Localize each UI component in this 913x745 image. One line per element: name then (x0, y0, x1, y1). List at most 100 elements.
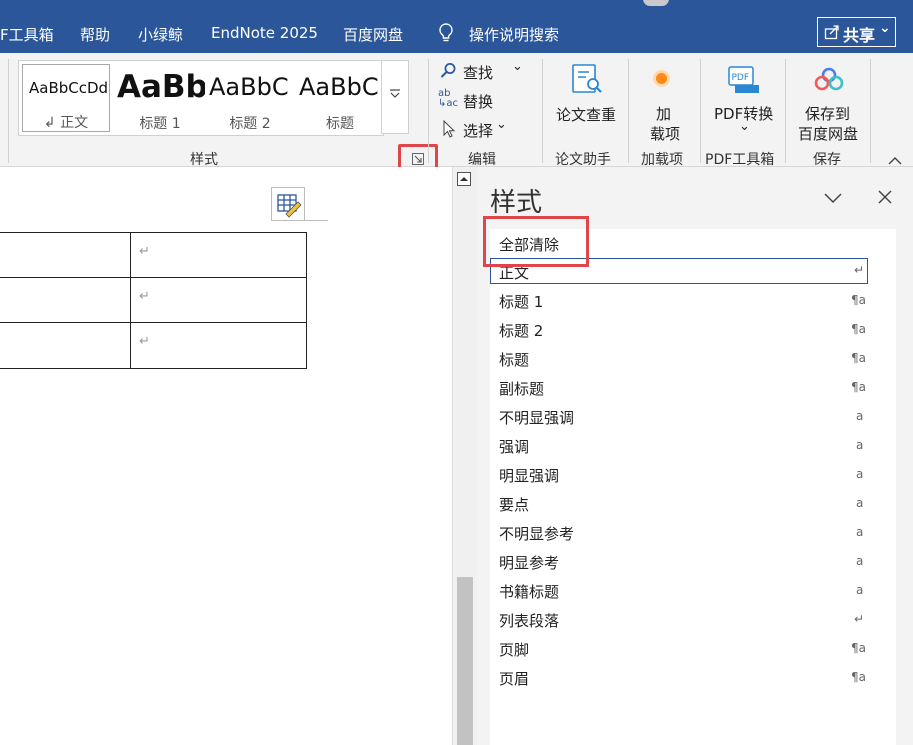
style-name: 标题 1 (499, 293, 544, 311)
table-cell[interactable] (0, 277, 131, 323)
style-type-icon: a (856, 583, 864, 597)
paper-check-label: 论文查重 (556, 106, 617, 124)
table-cell[interactable] (0, 322, 131, 369)
style-name: 书籍标题 (499, 583, 560, 601)
ribbon-separator (628, 59, 629, 163)
style-row[interactable]: 标题 ¶a (490, 345, 896, 372)
ribbon-separator (870, 59, 871, 163)
table-guide-line (298, 220, 328, 221)
style-tile-heading1[interactable]: AaBb 标题 1 (115, 61, 205, 135)
document-search-icon (570, 63, 604, 99)
style-name: 副标题 (499, 380, 545, 398)
ribbon-separator (785, 59, 786, 163)
paper-assistant-group-label: 论文助手 (555, 152, 611, 168)
style-row[interactable]: 书籍标题 a (490, 577, 896, 604)
style-tile-heading2[interactable]: AaBbC 标题 2 (205, 61, 295, 135)
style-name: 页脚 (499, 641, 530, 659)
style-row[interactable]: 不明显强调 a (490, 403, 896, 430)
scroll-up-button[interactable] (457, 172, 471, 186)
table-cell[interactable]: ↵ (130, 232, 307, 278)
style-name: 页眉 (499, 670, 530, 688)
style-row[interactable]: 强调 a (490, 432, 896, 459)
menu-baidu-netdisk[interactable]: 百度网盘 (343, 24, 403, 45)
chevron-down-icon: ⌄ (496, 117, 507, 132)
save-to-label-line2: 百度网盘 (798, 125, 859, 143)
close-icon[interactable] (878, 189, 892, 208)
share-button[interactable]: 共享 ⌄ (817, 17, 896, 47)
menu-bar: F工具箱 帮助 小绿鲸 EndNote 2025 百度网盘 操作说明搜索 共享 … (0, 0, 913, 53)
style-tile-preview: AaBb (117, 69, 205, 105)
chevron-down-icon: ⌄ (739, 119, 750, 134)
style-tile-title[interactable]: AaBbC 标题 (295, 61, 383, 135)
addins-label-line1: 加 (656, 105, 672, 123)
style-type-icon: ↵ (854, 612, 865, 626)
table-layout-icon[interactable] (271, 187, 305, 221)
style-tile-normal[interactable]: AaBbCcDd ↲ 正文 (22, 64, 110, 132)
style-row[interactable]: 页脚 ¶a (490, 635, 896, 662)
styles-group-label: 样式 (190, 152, 218, 168)
paragraph-mark: ↵ (139, 289, 150, 304)
paragraph-mark: ↵ (139, 334, 150, 349)
tell-me-search[interactable]: 操作说明搜索 (469, 24, 559, 45)
style-row[interactable]: 页眉 ¶a (490, 664, 896, 691)
style-type-icon: a (856, 525, 864, 539)
style-row[interactable]: 不明显参考 a (490, 519, 896, 546)
style-type-icon: a (856, 438, 864, 452)
editing-group-label: 编辑 (468, 152, 496, 168)
pane-options-chevron-icon[interactable] (824, 189, 842, 208)
vertical-scrollbar[interactable] (452, 167, 477, 745)
paper-check-button[interactable]: 论文查重 (552, 59, 622, 127)
replace-icon: ab ↳ac (438, 88, 459, 109)
user-avatar[interactable] (643, 0, 669, 6)
replace-button[interactable]: ab ↳ac 替换 (438, 88, 528, 112)
style-rows: 标题 1 ¶a 标题 2 ¶a 标题 ¶a 副标题 ¶a 不明显强调 a 强调 a 明显强调… (490, 287, 896, 707)
table-cell[interactable] (0, 232, 131, 278)
table-cell[interactable]: ↵ (130, 322, 307, 369)
select-button[interactable]: 选择 ⌄ (438, 117, 528, 140)
chevron-down-icon: ⌄ (879, 20, 891, 36)
document-area[interactable]: ↵ ↵ ↵ (0, 167, 447, 745)
scroll-thumb[interactable] (457, 577, 473, 745)
addins-group-label: 加载项 (641, 152, 683, 168)
style-row[interactable]: 副标题 ¶a (490, 374, 896, 401)
style-tile-name: 标题 (326, 116, 354, 132)
chevron-down-icon (390, 87, 400, 101)
style-name: 标题 (499, 351, 530, 369)
save-to-baidu-button[interactable]: 保存到 百度网盘 (796, 61, 862, 143)
addins-button[interactable]: 加 载项 (642, 61, 686, 143)
style-name: 不明显强调 (499, 409, 575, 427)
style-tile-name: 标题 2 (229, 116, 271, 132)
style-row[interactable]: 明显参考 a (490, 548, 896, 575)
select-label: 选择 (463, 122, 494, 140)
style-type-icon: ¶a (851, 641, 866, 655)
chevron-down-icon: ⌄ (512, 59, 523, 74)
style-type-icon: ¶a (851, 293, 866, 307)
style-row[interactable]: 明显强调 a (490, 461, 896, 488)
style-name: 明显参考 (499, 554, 560, 572)
gallery-more-button[interactable] (381, 60, 409, 134)
style-row[interactable]: 标题 1 ¶a (490, 287, 896, 314)
style-row[interactable]: 要点 a (490, 490, 896, 517)
table-cell[interactable]: ↵ (130, 277, 307, 323)
style-row[interactable]: 标题 2 ¶a (490, 316, 896, 343)
pdf-convert-button[interactable]: PDF PDF转换 ⌄ (708, 61, 780, 141)
save-to-label-line1: 保存到 (805, 105, 851, 123)
style-type-icon: a (856, 554, 864, 568)
menu-help[interactable]: 帮助 (80, 24, 110, 45)
menu-endnote[interactable]: EndNote 2025 (211, 24, 318, 42)
addins-label-line2: 载项 (650, 125, 681, 143)
pane-title: 样式 (490, 188, 543, 218)
find-button[interactable]: 查找 ⌄ (438, 59, 528, 82)
style-type-icon: a (856, 409, 864, 423)
baidu-netdisk-icon (814, 67, 844, 95)
menu-pdf-toolbox[interactable]: F工具箱 (0, 24, 54, 45)
svg-text:PDF: PDF (732, 73, 750, 83)
paragraph-mark: ↵ (139, 244, 150, 259)
style-tile-preview: AaBbC (299, 73, 379, 101)
style-name: 要点 (499, 496, 530, 514)
style-type-icon: ¶a (851, 380, 866, 394)
menu-xiaolvjing[interactable]: 小绿鲸 (138, 24, 183, 45)
styles-gallery: AaBbCcDd ↲ 正文 AaBb 标题 1 AaBbC 标题 2 AaBbC… (18, 60, 384, 136)
style-row[interactable]: 列表段落 ↵ (490, 606, 896, 633)
style-name: 不明显参考 (499, 525, 575, 543)
